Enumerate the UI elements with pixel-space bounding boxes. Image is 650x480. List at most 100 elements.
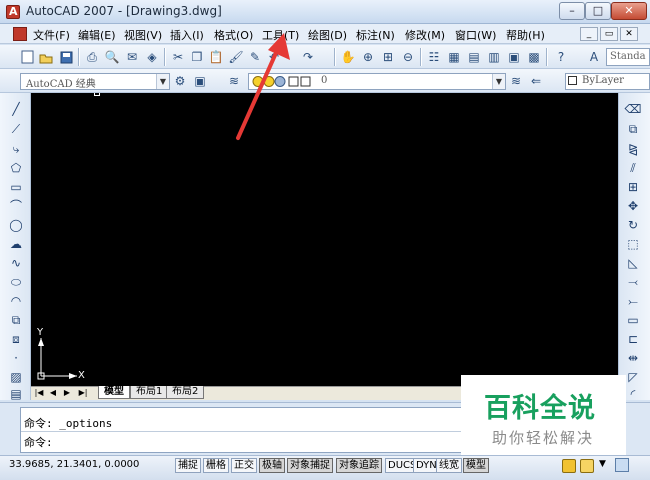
cut-icon[interactable]: ✂ <box>170 49 186 65</box>
text-style-combo[interactable]: Standa <box>606 48 650 66</box>
workspace-settings-icon[interactable]: ⚙ <box>172 73 188 89</box>
hatch-icon[interactable]: ▨ <box>8 369 24 385</box>
save-icon[interactable] <box>58 49 74 65</box>
circle-icon[interactable]: ◯ <box>8 217 24 233</box>
layer-previous-icon[interactable]: ⇐ <box>528 73 544 89</box>
tab-prev-button[interactable]: ◀ <box>47 387 59 399</box>
block-editor-icon[interactable]: ✎ <box>247 49 263 65</box>
polygon-icon[interactable]: ⬠ <box>8 160 24 176</box>
match-properties-icon[interactable]: 🖌 <box>228 49 244 65</box>
trim-icon[interactable]: ⤙ <box>625 274 641 290</box>
plot-preview-icon[interactable]: 🔍 <box>104 49 120 65</box>
insert-block-icon[interactable]: ⧉ <box>8 312 24 328</box>
open-icon[interactable] <box>38 49 54 65</box>
layer-manager-icon[interactable]: ≋ <box>226 73 242 89</box>
menu-edit[interactable]: 编辑(E) <box>78 27 116 43</box>
menu-insert[interactable]: 插入(I) <box>170 27 204 43</box>
save-workspace-icon[interactable]: ▣ <box>192 73 208 89</box>
toolbar-lock-icon[interactable] <box>562 459 576 473</box>
zoom-window-icon[interactable]: ⊞ <box>380 49 396 65</box>
ellipse-arc-icon[interactable]: ◠ <box>8 293 24 309</box>
workspace-combo[interactable]: AutoCAD 经典 ▼ <box>20 73 170 90</box>
markup-icon[interactable]: ▣ <box>506 49 522 65</box>
gradient-icon[interactable]: ▤ <box>8 386 24 402</box>
coordinate-readout[interactable]: 33.9685, 21.3401, 0.0000 <box>9 459 139 470</box>
menu-view[interactable]: 视图(V) <box>124 27 162 43</box>
scale-icon[interactable]: ⬚ <box>625 236 641 252</box>
menu-help[interactable]: 帮助(H) <box>506 27 545 43</box>
offset-icon[interactable]: ⫽ <box>625 160 641 176</box>
tab-first-button[interactable]: |◀ <box>33 387 45 399</box>
help-icon[interactable]: ? <box>553 49 569 65</box>
calculator-icon[interactable]: ▩ <box>526 49 542 65</box>
zoom-previous-icon[interactable]: ⊖ <box>400 49 416 65</box>
mirror-icon[interactable]: ⧎ <box>625 141 641 157</box>
fillet-icon[interactable]: ◜ <box>625 386 641 402</box>
lineweight-toggle[interactable]: 线宽 <box>436 458 462 473</box>
chamfer-icon[interactable]: ◸ <box>625 369 641 385</box>
copy-object-icon[interactable]: ⧉ <box>625 121 641 137</box>
doc-close-button[interactable]: ✕ <box>620 27 638 41</box>
chevron-down-icon[interactable]: ▼ <box>156 74 169 89</box>
tab-last-button[interactable]: ▶| <box>77 387 89 399</box>
polyline-icon[interactable]: ⤷ <box>8 141 24 157</box>
tab-layout1[interactable]: 布局1 <box>130 386 169 399</box>
menu-window[interactable]: 窗口(W) <box>455 27 496 43</box>
maximize-button[interactable]: □ <box>585 2 611 20</box>
document-icon[interactable] <box>13 27 27 41</box>
break-icon[interactable]: ⊏ <box>625 331 641 347</box>
copy-icon[interactable]: ❐ <box>189 49 205 65</box>
erase-icon[interactable]: ⌫ <box>625 101 642 117</box>
extend-icon[interactable]: ⤚ <box>625 293 641 309</box>
stretch-icon[interactable]: ◺ <box>625 255 641 271</box>
join-icon[interactable]: ⇹ <box>625 350 641 366</box>
command-prompt[interactable]: 命令: <box>24 434 53 450</box>
tab-model[interactable]: 模型 <box>98 386 130 399</box>
spline-icon[interactable]: ∿ <box>8 255 24 271</box>
menu-format[interactable]: 格式(O) <box>214 27 253 43</box>
3d-dwf-icon[interactable]: ◈ <box>144 49 160 65</box>
undo-icon[interactable]: ↶ <box>266 49 282 65</box>
point-icon[interactable]: · <box>8 350 24 366</box>
chevron-down-icon[interactable]: ▼ <box>599 459 606 469</box>
ortho-toggle[interactable]: 正交 <box>231 458 257 473</box>
make-current-layer-icon[interactable]: ≋ <box>508 73 524 89</box>
make-block-icon[interactable]: ⧈ <box>8 331 24 347</box>
menu-file[interactable]: 文件(F) <box>33 27 70 43</box>
osnap-toggle[interactable]: 对象捕捉 <box>287 458 333 473</box>
chevron-down-icon[interactable]: ▼ <box>492 74 505 89</box>
array-icon[interactable]: ⊞ <box>625 179 641 195</box>
otrack-toggle[interactable]: 对象追踪 <box>336 458 382 473</box>
paste-icon[interactable]: 📋 <box>208 49 224 65</box>
model-toggle[interactable]: 模型 <box>463 458 489 473</box>
menu-dimension[interactable]: 标注(N) <box>356 27 395 43</box>
snap-toggle[interactable]: 捕捉 <box>175 458 201 473</box>
design-center-icon[interactable]: ▦ <box>446 49 462 65</box>
tab-layout2[interactable]: 布局2 <box>166 386 205 399</box>
zoom-realtime-icon[interactable]: ⊕ <box>360 49 376 65</box>
tab-next-button[interactable]: ▶ <box>61 387 73 399</box>
ellipse-icon[interactable]: ⬭ <box>8 274 24 290</box>
rectangle-icon[interactable]: ▭ <box>8 179 24 195</box>
autocad-app-icon[interactable] <box>6 5 20 19</box>
move-icon[interactable]: ✥ <box>625 198 641 214</box>
tool-palettes-icon[interactable]: ▤ <box>466 49 482 65</box>
sheet-set-icon[interactable]: ▥ <box>486 49 502 65</box>
menu-modify[interactable]: 修改(M) <box>405 27 445 43</box>
doc-minimize-button[interactable]: _ <box>580 27 598 41</box>
new-icon[interactable] <box>19 49 35 65</box>
lock-status-icon[interactable] <box>580 459 594 473</box>
plot-icon[interactable]: ⎙ <box>84 49 100 65</box>
text-style-icon[interactable]: A <box>586 49 602 65</box>
properties-icon[interactable]: ☷ <box>426 49 442 65</box>
pan-icon[interactable]: ✋ <box>340 49 356 65</box>
menu-draw[interactable]: 绘图(D) <box>308 27 347 43</box>
menu-tools[interactable]: 工具(T) <box>262 27 299 43</box>
minimize-button[interactable]: – <box>559 2 585 20</box>
clean-screen-icon[interactable] <box>615 458 629 472</box>
construction-line-icon[interactable]: ⟋ <box>8 121 24 137</box>
publish-icon[interactable]: ✉ <box>124 49 140 65</box>
line-icon[interactable]: ╱ <box>8 101 24 117</box>
rotate-icon[interactable]: ↻ <box>625 217 641 233</box>
drawing-canvas[interactable] <box>31 93 618 386</box>
